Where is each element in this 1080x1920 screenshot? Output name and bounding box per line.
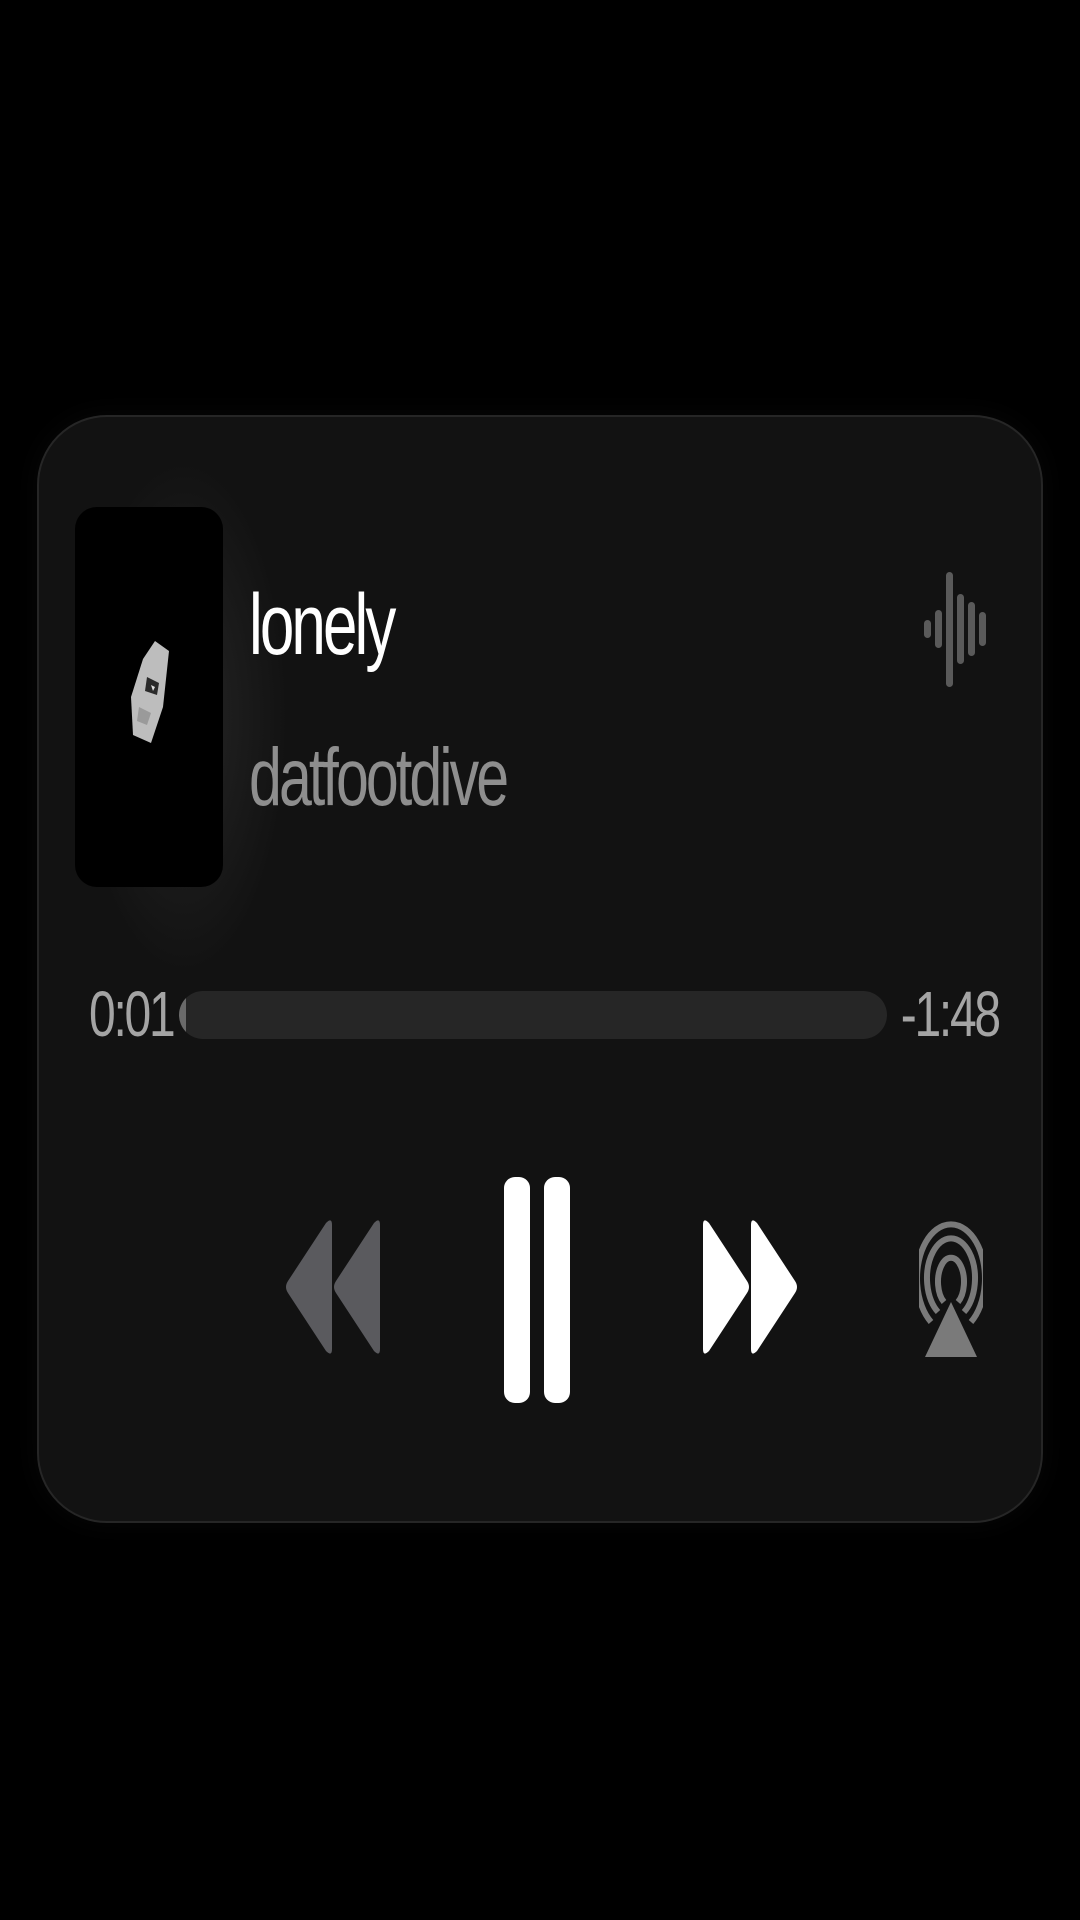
time-elapsed: 0:01 [89, 978, 176, 1050]
pause-button[interactable] [504, 1177, 572, 1403]
now-playing-card: lonely datfootdive 0:01 -1:48 [37, 415, 1043, 1523]
rewind-button[interactable] [284, 1217, 384, 1357]
song-title[interactable]: lonely [249, 582, 396, 668]
airplay-button[interactable] [919, 1212, 983, 1357]
artwork-figure [131, 641, 169, 743]
time-remaining: -1:48 [900, 978, 1001, 1050]
progress-scrubber[interactable] [179, 991, 887, 1039]
screen: lonely datfootdive 0:01 -1:48 [0, 0, 1080, 1920]
forward-button[interactable] [699, 1217, 799, 1357]
album-artwork[interactable] [75, 507, 223, 887]
progress-fill [179, 991, 187, 1039]
waveform-icon [924, 572, 986, 687]
artist-name[interactable]: datfootdive [249, 737, 509, 819]
